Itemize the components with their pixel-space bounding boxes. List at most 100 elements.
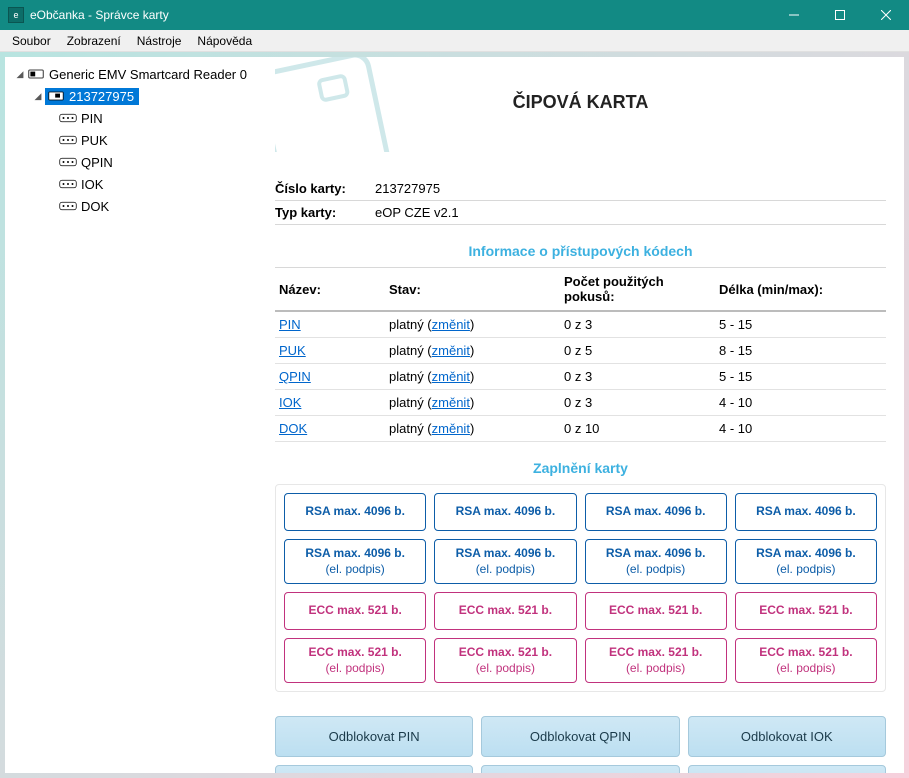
slot-ecc-sig[interactable]: ECC max. 521 b.(el. podpis)	[585, 638, 727, 683]
tree-item-puk[interactable]: PUK	[9, 129, 259, 151]
codes-table: Název: Stav: Počet použitých pokusů: Dél…	[275, 267, 886, 442]
code-state: platný (změnit)	[385, 338, 560, 364]
tree-item-label: IOK	[81, 177, 103, 192]
card-icon	[47, 89, 65, 103]
tree-item-label: QPIN	[81, 155, 113, 170]
code-state: platný (změnit)	[385, 416, 560, 442]
tree-reader-label: Generic EMV Smartcard Reader 0	[49, 67, 247, 82]
page-title: ČIPOVÁ KARTA	[513, 92, 649, 113]
code-name-link[interactable]: QPIN	[279, 369, 311, 384]
slot-rsa[interactable]: RSA max. 4096 b.	[585, 493, 727, 531]
tree-item-qpin[interactable]: QPIN	[9, 151, 259, 173]
code-attempts: 0 z 10	[560, 416, 715, 442]
menu-file[interactable]: Soubor	[4, 32, 59, 50]
slot-rsa-sig[interactable]: RSA max. 4096 b.(el. podpis)	[585, 539, 727, 584]
unblock-pin-button[interactable]: Odblokovat PIN	[275, 716, 473, 757]
code-length: 5 - 15	[715, 311, 886, 338]
maximize-button[interactable]	[817, 0, 863, 30]
slot-ecc-sig[interactable]: ECC max. 521 b.(el. podpis)	[434, 638, 576, 683]
window-title: eObčanka - Správce karty	[30, 8, 771, 22]
code-change-link[interactable]: změnit	[432, 421, 470, 436]
menu-view[interactable]: Zobrazení	[59, 32, 129, 50]
slot-ecc[interactable]: ECC max. 521 b.	[585, 592, 727, 630]
tree-item-label: PUK	[81, 133, 108, 148]
slot-rsa[interactable]: RSA max. 4096 b.	[735, 493, 877, 531]
code-change-link[interactable]: změnit	[432, 343, 470, 358]
code-length: 4 - 10	[715, 416, 886, 442]
collapse-icon[interactable]: ◢	[31, 91, 45, 102]
menu-help[interactable]: Nápověda	[189, 32, 260, 50]
slot-grid: RSA max. 4096 b. RSA max. 4096 b. RSA ma…	[275, 484, 886, 692]
tree-item-label: PIN	[81, 111, 103, 126]
table-row: PIN platný (změnit)0 z 35 - 15	[275, 311, 886, 338]
slot-rsa-sig[interactable]: RSA max. 4096 b.(el. podpis)	[284, 539, 426, 584]
unblock-qpin-button[interactable]: Odblokovat QPIN	[481, 716, 679, 757]
fill-section-title: Zaplnění karty	[275, 460, 886, 476]
code-name-link[interactable]: IOK	[279, 395, 301, 410]
slot-rsa-sig[interactable]: RSA max. 4096 b.(el. podpis)	[735, 539, 877, 584]
collapse-icon[interactable]: ◢	[13, 69, 27, 80]
slot-ecc-sig[interactable]: ECC max. 521 b.(el. podpis)	[735, 638, 877, 683]
chip-illustration	[275, 57, 395, 152]
tree-item-label: DOK	[81, 199, 109, 214]
tree-reader-row[interactable]: ◢ Generic EMV Smartcard Reader 0	[9, 63, 259, 85]
code-name-link[interactable]: DOK	[279, 421, 307, 436]
code-attempts: 0 z 3	[560, 390, 715, 416]
app-icon: e	[8, 7, 24, 23]
code-attempts: 0 z 5	[560, 338, 715, 364]
change-pin-button[interactable]: Změnit PIN	[275, 765, 473, 773]
tree-item-iok[interactable]: IOK	[9, 173, 259, 195]
keypad-icon	[59, 199, 77, 213]
tree-card-label: 213727975	[69, 89, 134, 104]
keypad-icon	[59, 177, 77, 191]
menu-tools[interactable]: Nástroje	[129, 32, 190, 50]
col-attempts: Počet použitých pokusů:	[560, 268, 715, 312]
slot-ecc[interactable]: ECC max. 521 b.	[284, 592, 426, 630]
col-name: Název:	[275, 268, 385, 312]
minimize-button[interactable]	[771, 0, 817, 30]
change-qpin-button[interactable]: Změnit QPIN	[481, 765, 679, 773]
keypad-icon	[59, 133, 77, 147]
col-length: Délka (min/max):	[715, 268, 886, 312]
reader-icon	[27, 67, 45, 81]
tree-card-row[interactable]: ◢ 213727975	[9, 85, 259, 107]
code-change-link[interactable]: změnit	[432, 317, 470, 332]
code-name-link[interactable]: PIN	[279, 317, 301, 332]
tree-item-pin[interactable]: PIN	[9, 107, 259, 129]
slot-rsa[interactable]: RSA max. 4096 b.	[284, 493, 426, 531]
col-state: Stav:	[385, 268, 560, 312]
card-number-value: 213727975	[375, 181, 440, 196]
window-controls	[771, 0, 909, 30]
code-state: platný (změnit)	[385, 390, 560, 416]
code-change-link[interactable]: změnit	[432, 369, 470, 384]
code-length: 8 - 15	[715, 338, 886, 364]
slot-ecc[interactable]: ECC max. 521 b.	[735, 592, 877, 630]
card-type-row: Typ karty: eOP CZE v2.1	[275, 201, 886, 225]
code-length: 4 - 10	[715, 390, 886, 416]
table-row: DOK platný (změnit)0 z 104 - 10	[275, 416, 886, 442]
menubar: Soubor Zobrazení Nástroje Nápověda	[0, 30, 909, 52]
card-number-row: Číslo karty: 213727975	[275, 177, 886, 201]
slot-rsa-sig[interactable]: RSA max. 4096 b.(el. podpis)	[434, 539, 576, 584]
card-type-label: Typ karty:	[275, 205, 375, 220]
slot-ecc-sig[interactable]: ECC max. 521 b.(el. podpis)	[284, 638, 426, 683]
table-row: IOK platný (změnit)0 z 34 - 10	[275, 390, 886, 416]
code-length: 5 - 15	[715, 364, 886, 390]
code-name-link[interactable]: PUK	[279, 343, 306, 358]
slot-rsa[interactable]: RSA max. 4096 b.	[434, 493, 576, 531]
code-state: platný (změnit)	[385, 311, 560, 338]
tree-item-dok[interactable]: DOK	[9, 195, 259, 217]
actions-grid: Odblokovat PIN Odblokovat QPIN Odblokova…	[275, 716, 886, 773]
code-attempts: 0 z 3	[560, 364, 715, 390]
titlebar: e eObčanka - Správce karty	[0, 0, 909, 30]
card-number-label: Číslo karty:	[275, 181, 375, 196]
slot-ecc[interactable]: ECC max. 521 b.	[434, 592, 576, 630]
code-state: platný (změnit)	[385, 364, 560, 390]
table-row: PUK platný (změnit)0 z 58 - 15	[275, 338, 886, 364]
unblock-iok-button[interactable]: Odblokovat IOK	[688, 716, 886, 757]
close-button[interactable]	[863, 0, 909, 30]
table-row: QPIN platný (změnit)0 z 35 - 15	[275, 364, 886, 390]
change-puk-button[interactable]: Změnit PUK	[688, 765, 886, 773]
code-attempts: 0 z 3	[560, 311, 715, 338]
code-change-link[interactable]: změnit	[432, 395, 470, 410]
